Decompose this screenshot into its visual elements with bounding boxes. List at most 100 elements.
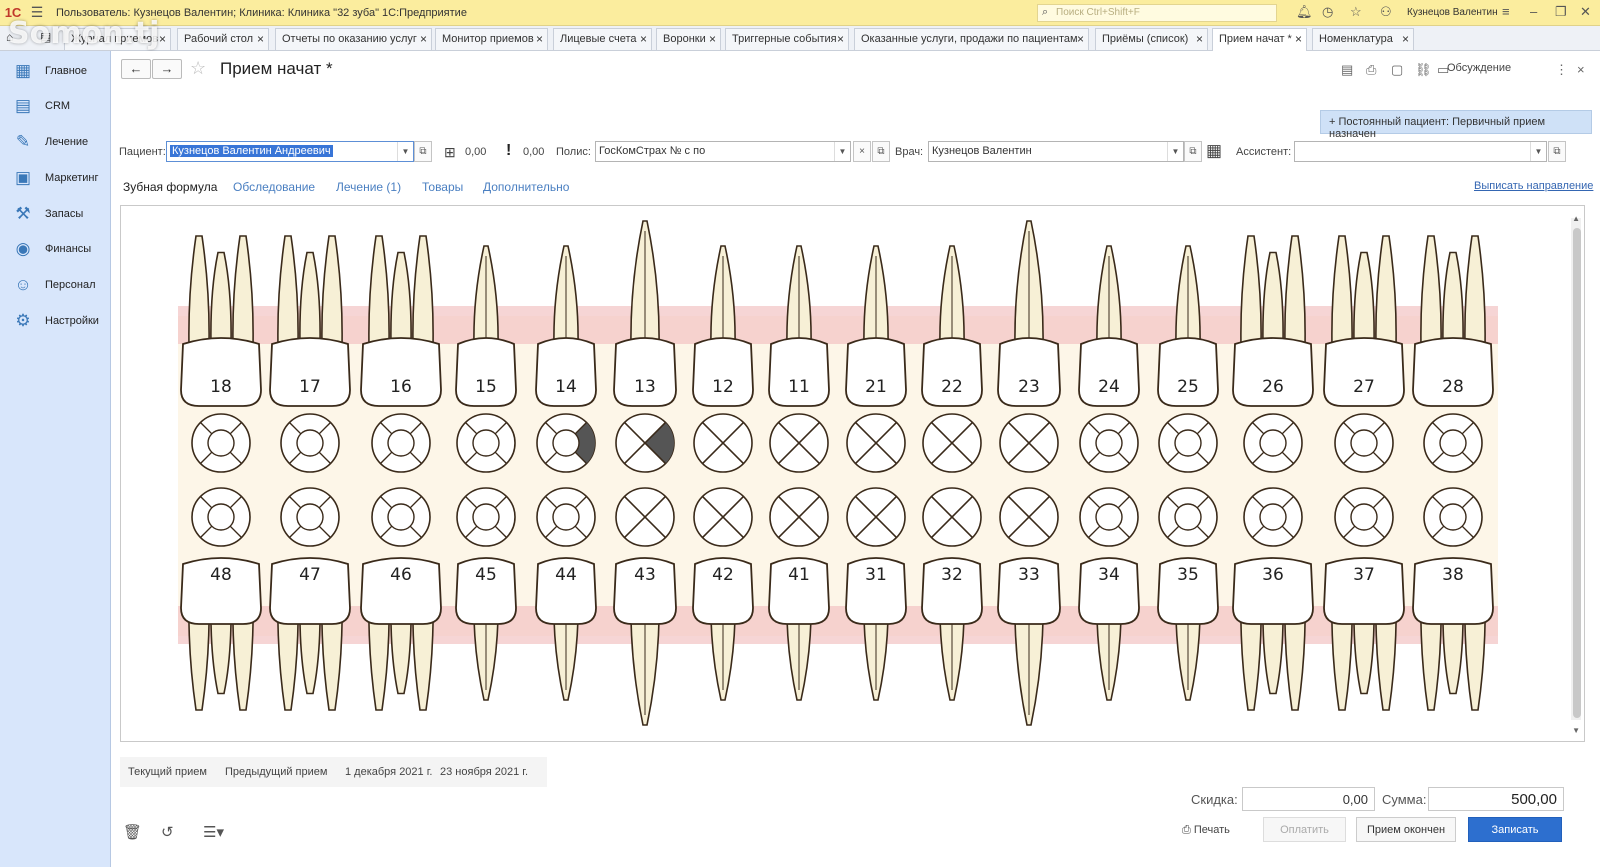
clear-policy-button[interactable]: ×: [853, 141, 871, 162]
calendar-icon[interactable]: ▦: [1206, 141, 1222, 161]
lower-tooth-36[interactable]: 36: [1232, 487, 1314, 711]
print-icon[interactable]: ⎙: [1366, 62, 1376, 78]
tab-desktop[interactable]: Рабочий стол ×: [177, 28, 269, 50]
close-tab-icon[interactable]: ×: [640, 32, 647, 46]
sidebar-item-crm[interactable]: ▤ CRM: [0, 91, 110, 121]
upper-tooth-26[interactable]: 26: [1232, 235, 1314, 473]
referral-link[interactable]: Выписать направление: [1474, 180, 1593, 192]
close-tab-icon[interactable]: ×: [159, 32, 166, 46]
tab-nomenclature[interactable]: Номенклатура ×: [1312, 28, 1414, 50]
visit-date-1[interactable]: 1 декабря 2021 г.: [335, 757, 436, 787]
lower-tooth-47[interactable]: 47: [269, 487, 351, 711]
upper-tooth-12[interactable]: 12: [692, 245, 754, 473]
chevron-down-icon[interactable]: ▼: [834, 142, 850, 161]
preview-icon[interactable]: ▢: [1391, 62, 1403, 78]
user-name[interactable]: Кузнецов Валентин: [1407, 7, 1498, 18]
print-button[interactable]: ⎙ Печать: [1182, 824, 1230, 837]
lower-tooth-44[interactable]: 44: [535, 487, 597, 701]
doctor-field[interactable]: Кузнецов Валентин ▼: [928, 141, 1184, 162]
assistant-field[interactable]: ▼: [1294, 141, 1547, 162]
tab-examination[interactable]: Обследование: [233, 180, 315, 194]
scroll-up-icon[interactable]: ▲: [1572, 214, 1580, 223]
delete-icon[interactable]: 🗑︎: [123, 823, 142, 841]
close-tab-icon[interactable]: ×: [536, 32, 543, 46]
tab-visits-list[interactable]: Приёмы (список) ×: [1095, 28, 1208, 50]
tab-visit-started[interactable]: Прием начат * ×: [1212, 28, 1307, 51]
upper-tooth-24[interactable]: 24: [1078, 245, 1140, 473]
lower-tooth-43[interactable]: 43: [613, 487, 677, 726]
lower-tooth-31[interactable]: 31: [845, 487, 907, 701]
patient-field[interactable]: Кузнецов Валентин Андреевич ▼: [166, 141, 414, 162]
close-tab-icon[interactable]: ×: [420, 32, 427, 46]
tab-funnels[interactable]: Воронки ×: [656, 28, 721, 50]
restore-icon[interactable]: ❐: [1555, 4, 1567, 20]
chevron-down-icon[interactable]: ▼: [397, 142, 413, 161]
tab-goods[interactable]: Товары: [422, 180, 463, 194]
upper-tooth-17[interactable]: 17: [269, 235, 351, 473]
tab-additional[interactable]: Дополнительно: [483, 180, 569, 194]
more-actions-icon[interactable]: ⋮: [1555, 62, 1568, 78]
close-tab-icon[interactable]: ×: [837, 32, 844, 46]
tab-accounts[interactable]: Лицевые счета ×: [553, 28, 652, 50]
upper-tooth-27[interactable]: 27: [1323, 235, 1405, 473]
upper-tooth-13[interactable]: 13: [613, 220, 677, 473]
favorites-icon[interactable]: ☆: [1350, 4, 1362, 20]
history-icon[interactable]: ↺: [161, 823, 174, 841]
lower-tooth-38[interactable]: 38: [1412, 487, 1494, 711]
sidebar-item-treatment[interactable]: ✎ Лечение: [0, 127, 110, 157]
upper-tooth-11[interactable]: 11: [768, 245, 830, 473]
sidebar-item-marketing[interactable]: ▣ Маркетинг: [0, 163, 110, 193]
close-tab-icon[interactable]: ×: [257, 32, 264, 46]
sidebar-item-main[interactable]: ▦ Главное: [0, 56, 110, 86]
sidebar-item-stock[interactable]: ⚒ Запасы: [0, 199, 110, 229]
save-button[interactable]: Записать: [1468, 817, 1562, 842]
lower-tooth-48[interactable]: 48: [180, 487, 262, 711]
close-tab-icon[interactable]: ×: [1077, 32, 1084, 46]
lower-tooth-35[interactable]: 35: [1157, 487, 1219, 701]
link-icon[interactable]: ⛓: [1415, 62, 1432, 78]
lower-tooth-34[interactable]: 34: [1078, 487, 1140, 701]
tab-reports[interactable]: Отчеты по оказанию услуг ×: [275, 28, 432, 50]
tab-treatment[interactable]: Лечение (1): [336, 180, 401, 194]
upper-tooth-28[interactable]: 28: [1412, 235, 1494, 473]
forward-button[interactable]: →: [152, 59, 182, 79]
visit-date-2[interactable]: 23 ноября 2021 г.: [436, 757, 547, 787]
pay-button[interactable]: Оплатить: [1263, 817, 1346, 842]
scroll-down-icon[interactable]: ▼: [1572, 726, 1580, 735]
close-form-icon[interactable]: ×: [1577, 62, 1585, 77]
tab-dental-formula[interactable]: Зубная формула: [123, 180, 217, 194]
back-button[interactable]: ←: [121, 59, 151, 79]
history-icon[interactable]: ◷: [1322, 4, 1333, 20]
close-tab-icon[interactable]: ×: [709, 32, 716, 46]
upper-tooth-15[interactable]: 15: [455, 245, 517, 473]
scrollbar-thumb[interactable]: [1573, 228, 1581, 718]
tab-triggers[interactable]: Триггерные события ×: [725, 28, 849, 50]
upper-tooth-23[interactable]: 23: [997, 220, 1061, 473]
sidebar-item-finance[interactable]: ◉ Финансы: [0, 234, 110, 264]
lower-tooth-41[interactable]: 41: [768, 487, 830, 701]
user-icon[interactable]: ⚇: [1380, 4, 1392, 20]
tab-previous-visit[interactable]: Предыдущий прием: [217, 757, 335, 787]
favorite-star-icon[interactable]: ☆: [190, 58, 206, 79]
open-doctor-button[interactable]: ⧉: [1184, 141, 1202, 162]
close-window-icon[interactable]: ✕: [1580, 4, 1591, 20]
bell-icon[interactable]: 🔔︎: [1296, 4, 1313, 20]
chevron-down-icon[interactable]: ▼: [1167, 142, 1183, 161]
discussion-button[interactable]: Обсуждение: [1447, 62, 1511, 74]
upper-tooth-21[interactable]: 21: [845, 245, 907, 473]
minimize-icon[interactable]: –: [1530, 4, 1537, 19]
lower-tooth-32[interactable]: 32: [921, 487, 983, 701]
finish-visit-button[interactable]: Прием окончен: [1356, 817, 1456, 842]
upper-tooth-18[interactable]: 18: [180, 235, 262, 473]
sidebar-item-staff[interactable]: ☺ Персонал: [0, 270, 110, 300]
tab-current-visit[interactable]: Текущий прием: [120, 757, 217, 787]
upper-tooth-25[interactable]: 25: [1157, 245, 1219, 473]
close-tab-icon[interactable]: ×: [1295, 32, 1302, 46]
more-menu-icon[interactable]: ☰▾: [203, 823, 224, 841]
lower-tooth-42[interactable]: 42: [692, 487, 754, 701]
upper-tooth-22[interactable]: 22: [921, 245, 983, 473]
open-assistant-button[interactable]: ⧉: [1548, 141, 1566, 162]
lower-tooth-45[interactable]: 45: [455, 487, 517, 701]
chevron-down-icon[interactable]: ▼: [1530, 142, 1546, 161]
discount-field[interactable]: 0,00: [1242, 787, 1375, 811]
